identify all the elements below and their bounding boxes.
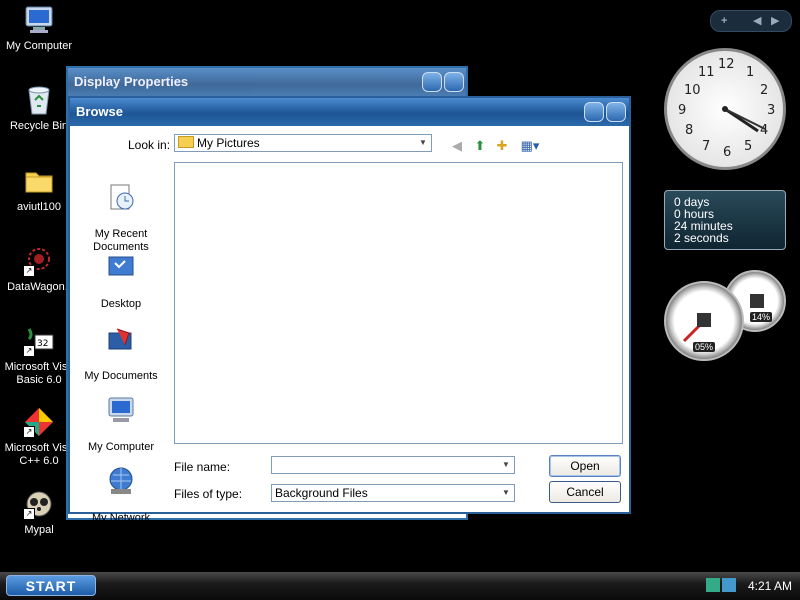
chevron-down-icon[interactable]: ▼ bbox=[499, 458, 513, 472]
display-properties-title: Display Properties bbox=[68, 68, 466, 96]
browse-titlebar: Browse bbox=[70, 98, 629, 126]
cancel-button[interactable]: Cancel bbox=[549, 481, 621, 503]
mypal-icon: ↗ bbox=[23, 488, 55, 520]
monitor-icon bbox=[23, 4, 55, 36]
chevron-down-icon[interactable]: ▼ bbox=[416, 136, 430, 150]
clock-hands bbox=[722, 106, 766, 133]
desktop-icon-my-computer[interactable]: My Computer bbox=[2, 4, 76, 53]
safely-remove-tray-icon[interactable] bbox=[722, 578, 736, 592]
help-button[interactable] bbox=[584, 102, 604, 122]
look-in-label: Look in: bbox=[128, 138, 171, 152]
uptime-gadget: 0 days 0 hours 24 minutes 2 seconds bbox=[664, 190, 786, 250]
vcpp6-icon: ↗ bbox=[23, 406, 55, 438]
shortcut-arrow-icon: ↗ bbox=[23, 265, 35, 277]
vcpp6-label: Microsoft Visu C++ 6.0 bbox=[4, 442, 74, 467]
file-name-label: File name: bbox=[174, 460, 231, 474]
shortcut-arrow-icon: ↗ bbox=[23, 508, 35, 520]
chevron-down-icon[interactable]: ▼ bbox=[499, 486, 513, 500]
shortcut-arrow-icon: ↗ bbox=[23, 426, 35, 438]
view-menu-icon[interactable]: ▦▾ bbox=[518, 136, 542, 156]
desktop-icon-recycle-bin[interactable]: Recycle Bin bbox=[2, 84, 76, 133]
taskbar: START 4:21 AM bbox=[0, 572, 800, 600]
close-button[interactable] bbox=[606, 102, 626, 122]
recycle-bin-icon bbox=[23, 84, 55, 116]
up-folder-icon[interactable]: ⬆ bbox=[470, 136, 490, 156]
place-my-network[interactable]: My Network bbox=[76, 452, 166, 538]
network-tray-icon[interactable] bbox=[706, 578, 720, 592]
cpu-value: 05% bbox=[693, 342, 716, 352]
vb6-label: Microsoft Visu Basic 6.0 bbox=[4, 361, 74, 386]
my-documents-icon bbox=[105, 323, 137, 355]
desktop-icon bbox=[105, 251, 137, 283]
my-network-icon bbox=[105, 465, 137, 497]
new-folder-icon[interactable]: ✚ bbox=[492, 136, 512, 156]
desktop-icon-datawagon[interactable]: ↗ DataWagon.. bbox=[2, 245, 76, 294]
file-list[interactable] bbox=[174, 162, 623, 444]
browse-title: Browse bbox=[76, 104, 123, 119]
next-icon[interactable]: ▶ bbox=[771, 11, 779, 31]
memory-value: 14% bbox=[750, 312, 773, 322]
previous-icon[interactable]: ◀ bbox=[753, 11, 761, 31]
files-of-type-label: Files of type: bbox=[174, 487, 243, 501]
open-button[interactable]: Open bbox=[549, 455, 621, 477]
datawagon-icon: ↗ bbox=[23, 245, 55, 277]
start-button[interactable]: START bbox=[6, 575, 96, 596]
folder-icon bbox=[178, 136, 194, 148]
my-computer-icon bbox=[105, 394, 137, 426]
close-button[interactable] bbox=[444, 72, 464, 92]
sidebar-controls: + ◀ ▶ bbox=[710, 10, 792, 32]
help-button[interactable] bbox=[422, 72, 442, 92]
memory-chip-icon bbox=[750, 294, 764, 308]
svg-text:32: 32 bbox=[37, 339, 48, 349]
clock-time[interactable]: 4:21 AM bbox=[748, 579, 792, 593]
recent-documents-icon bbox=[105, 181, 137, 213]
desktop-icon-mypal[interactable]: ↗ Mypal bbox=[2, 488, 76, 537]
back-icon[interactable]: ◀ bbox=[447, 136, 467, 156]
desktop-icon-vcpp6[interactable]: ↗ Microsoft Visu C++ 6.0 bbox=[2, 406, 76, 468]
clock-gadget: 12 1 2 3 4 5 6 7 8 9 10 11 bbox=[664, 48, 786, 170]
folder-icon bbox=[23, 165, 55, 197]
vb6-icon: 32 ↗ bbox=[23, 325, 55, 357]
add-gadget-icon[interactable]: + bbox=[721, 11, 727, 31]
file-name-input[interactable]: ▼ bbox=[271, 456, 515, 474]
cpu-gauge: 05% bbox=[664, 281, 744, 361]
cpu-chip-icon bbox=[697, 313, 711, 327]
browse-dialog: Browse Look in: My Pictures ▼ ◀ ⬆ ✚ ▦▾ M… bbox=[68, 96, 631, 524]
shortcut-arrow-icon: ↗ bbox=[23, 345, 35, 357]
desktop-icon-aviutl100[interactable]: aviutl100 bbox=[2, 165, 76, 214]
uptime-seconds: 2 seconds bbox=[674, 231, 729, 245]
desktop-icon-vb6[interactable]: 32 ↗ Microsoft Visu Basic 6.0 bbox=[2, 325, 76, 387]
files-of-type-select[interactable]: Background Files ▼ bbox=[271, 484, 515, 502]
look-in-select[interactable]: My Pictures ▼ bbox=[174, 134, 432, 152]
